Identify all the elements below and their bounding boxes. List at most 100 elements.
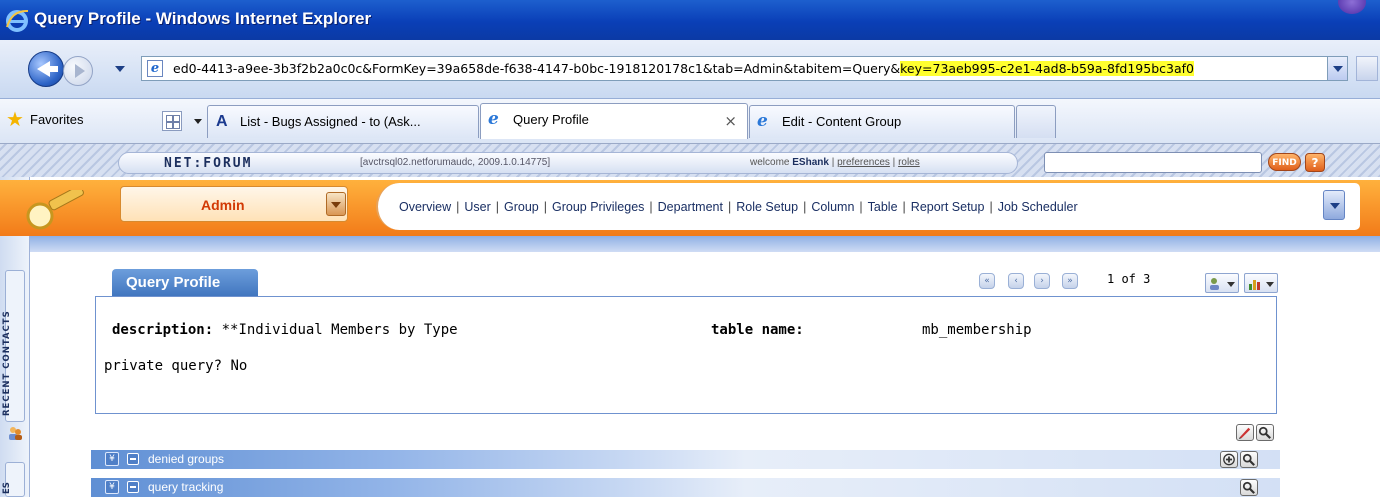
module-dropdown-button[interactable] [326,192,346,216]
tab-list-dropdown[interactable] [194,119,202,124]
magnifier-icon [1242,481,1255,494]
people-menu-button[interactable] [1205,273,1239,293]
recent-contacts-label: RECENT CONTACTS [2,310,12,416]
forward-button[interactable] [63,56,93,86]
window-control-icon[interactable] [1338,0,1366,14]
nav-separator: | [803,200,807,214]
navigation-toolbar: e ed0-4413-a9ee-3b3f2b2a0c0c&FormKey=39a… [0,40,1380,99]
expand-chevron-icon[interactable]: ¥ [105,452,119,466]
separator: | [889,157,899,168]
url-prefix: ed0-4413-a9ee-3b3f2b2a0c0c&FormKey=39a65… [173,61,901,76]
search-button[interactable] [1240,479,1258,496]
search-button[interactable] [1240,451,1258,468]
tab-query-profile[interactable]: e Query Profile × [480,103,748,139]
nav-separator: | [902,200,906,214]
roles-link[interactable]: roles [898,157,920,168]
favorites-star-icon[interactable]: ★ [6,109,24,129]
tab-edit-content-group[interactable]: e Edit - Content Group [749,105,1015,138]
expand-chevron-icon[interactable]: ¥ [105,480,119,494]
section-denied-groups[interactable]: ¥ denied groups [91,450,1280,469]
chart-menu-button[interactable] [1244,273,1278,293]
module-selector[interactable]: Admin [120,186,348,222]
page-icon: e [147,60,163,77]
module-nav: Overview | User | Group | Group Privileges | Dep… [399,200,1078,214]
people-icon [1210,278,1219,290]
nav-overview[interactable]: Overview [399,200,451,214]
quick-tabs-icon[interactable] [162,111,182,131]
find-button[interactable]: FIND [1268,153,1301,171]
private-query-value: No [230,358,248,374]
nav-separator: | [543,200,547,214]
pencil-icon [1238,427,1251,439]
tab-label: List - Bugs Assigned - to (Ask... [240,114,421,129]
favorites-button[interactable]: Favorites [30,112,83,127]
nav-separator: | [859,200,863,214]
plus-icon [1223,453,1235,466]
address-bar[interactable]: e ed0-4413-a9ee-3b3f2b2a0c0c&FormKey=39a… [141,56,1348,81]
es-label: ES [2,482,12,494]
table-name-value: mb_membership [922,322,1032,338]
netforum-logo: NET:FORUM [164,156,253,171]
preferences-link[interactable]: preferences [837,157,890,168]
nav-group-privileges[interactable]: Group Privileges [552,200,644,214]
url-highlight: key=73aeb995-c2e1-4ad8-b59a-8fd195bc3af0 [900,61,1194,76]
nav-separator: | [727,200,732,214]
previous-page-button[interactable]: ‹ [1008,273,1024,289]
first-page-button[interactable]: « [979,273,995,289]
ie-page-icon: e [757,111,768,131]
key-icon [26,190,84,230]
nav-separator: | [989,200,993,214]
private-query-field: private query? No [104,358,247,374]
recent-pages-dropdown[interactable] [115,66,125,72]
forward-arrow-icon [75,64,85,78]
description-field: description: **Individual Members by Typ… [112,322,458,338]
user-name: EShank [792,157,829,168]
nav-report-setup[interactable]: Report Setup [911,200,985,214]
nav-column[interactable]: Column [811,200,854,214]
contacts-icon[interactable] [8,425,23,441]
page-count: 1 of 3 [1107,272,1151,286]
chevron-down-icon [1227,282,1235,287]
address-dropdown-button[interactable] [1327,57,1347,80]
nav-group[interactable]: Group [504,200,539,214]
welcome-text: welcome EShank | preferences | roles [750,157,920,168]
private-query-label: private query? [104,358,223,374]
welcome-prefix: welcome [750,157,793,168]
nav-job-scheduler[interactable]: Job Scheduler [998,200,1078,214]
query-profile-tab: Query Profile [112,269,258,296]
close-tab-icon[interactable]: × [724,112,737,130]
ie-logo-icon [6,9,29,32]
new-tab-button[interactable] [1016,105,1056,138]
add-button[interactable] [1220,451,1238,468]
last-page-button[interactable]: » [1062,273,1078,289]
table-name-label: table name: [711,322,804,338]
header-divider [30,236,1380,252]
nav-role-setup[interactable]: Role Setup [736,200,798,214]
nav-department[interactable]: Department [658,200,723,214]
section-title: denied groups [148,452,225,466]
collapse-icon[interactable] [127,481,139,493]
nav-dropdown-button[interactable] [1323,190,1345,220]
tab-bugs-list[interactable]: A List - Bugs Assigned - to (Ask... [207,105,479,138]
address-url[interactable]: ed0-4413-a9ee-3b3f2b2a0c0c&FormKey=39a65… [173,61,1194,76]
nav-separator: | [495,200,499,214]
magnifier-icon [1258,426,1271,439]
edit-button[interactable] [1236,424,1254,441]
tab-label: Query Profile [513,112,589,127]
chevron-down-icon [1266,282,1274,287]
back-arrow-icon [37,61,58,77]
section-title: query tracking [148,480,224,494]
module-name: Admin [201,197,245,213]
section-query-tracking[interactable]: ¥ query tracking [91,478,1280,497]
collapse-icon[interactable] [127,453,139,465]
magnifier-icon [1242,453,1255,466]
back-button[interactable] [28,51,64,87]
refresh-button[interactable] [1356,56,1378,81]
nav-table[interactable]: Table [868,200,898,214]
nav-user[interactable]: User [464,200,490,214]
help-button[interactable]: ? [1305,153,1325,172]
next-page-button[interactable]: › [1034,273,1050,289]
netforum-search-input[interactable] [1044,152,1262,173]
profile-details-panel [95,296,1277,414]
search-button[interactable] [1256,424,1274,441]
